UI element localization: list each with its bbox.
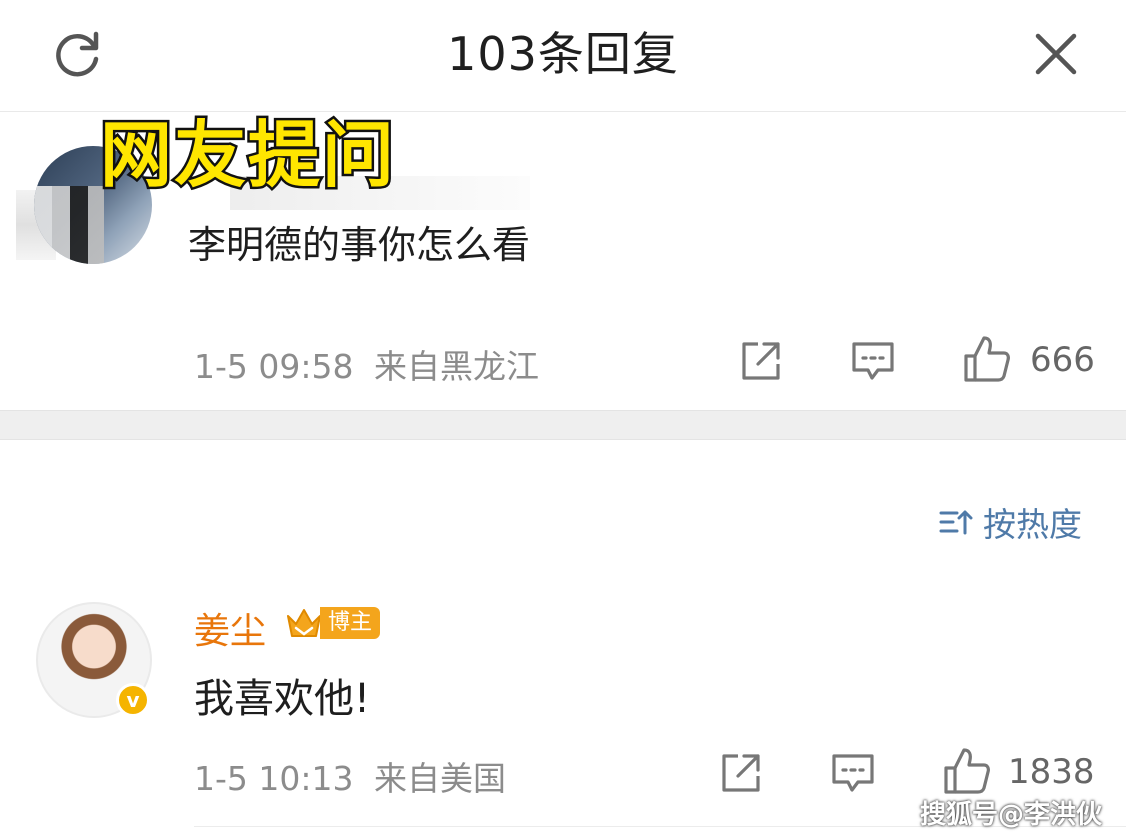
sort-by-hot-button[interactable]: 按热度 <box>939 498 1082 546</box>
share-icon[interactable] <box>738 338 784 384</box>
verified-badge-icon: v <box>116 683 150 717</box>
comment-icon[interactable] <box>830 750 876 796</box>
watermark: 搜狐号@李洪伙 <box>919 800 1102 830</box>
comment-icon[interactable] <box>850 338 896 384</box>
sort-icon <box>939 510 973 535</box>
blogger-badge: 博主 <box>284 604 381 642</box>
comment-meta: 1-5 10:13 来自美国 <box>194 752 506 800</box>
page-title: 103条回复 <box>447 27 679 81</box>
comment-location: 来自黑龙江 <box>374 347 539 386</box>
comment-meta: 1-5 09:58 来自黑龙江 <box>194 340 539 388</box>
comment-timestamp: 1-5 09:58 <box>194 347 354 386</box>
mosaic-blur <box>34 186 104 264</box>
share-icon[interactable] <box>718 750 764 796</box>
header-bar: 103条回复 <box>0 0 1126 112</box>
overlay-caption: 网友提问 <box>97 110 397 199</box>
comment-text: 我喜欢他! <box>194 676 371 722</box>
crown-icon <box>287 609 321 637</box>
comment-timestamp: 1-5 10:13 <box>194 759 354 798</box>
section-divider <box>0 410 1126 440</box>
comment-text: 李明德的事你怎么看 <box>188 223 531 267</box>
close-icon[interactable] <box>1032 30 1080 78</box>
comment-location: 来自美国 <box>374 759 506 798</box>
sort-label: 按热度 <box>983 505 1082 544</box>
like-count: 666 <box>1030 340 1095 380</box>
username[interactable]: 姜尘 <box>194 602 266 654</box>
badge-label: 博主 <box>320 607 381 639</box>
thumbs-up-icon[interactable] <box>942 746 992 796</box>
thumbs-up-icon[interactable] <box>962 334 1012 384</box>
like-count: 1838 <box>1008 752 1095 792</box>
